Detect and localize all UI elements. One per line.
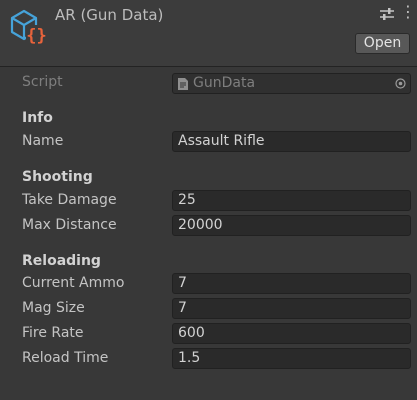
inspector-title: AR (Gun Data) [55,6,164,24]
mag-size-field[interactable]: 7 [172,298,411,319]
fire-rate-field[interactable]: 600 [172,323,411,344]
take-damage-label: Take Damage [22,192,117,208]
object-picker-icon[interactable] [395,78,406,89]
name-label: Name [22,133,64,149]
reload-time-label: Reload Time [22,350,109,366]
reload-time-field[interactable]: 1.5 [172,348,411,369]
script-object-field[interactable]: GunData [172,73,411,94]
current-ammo-field[interactable]: 7 [172,273,411,294]
inspector-header: {} AR (Gun Data) ⋮ Open [0,0,417,66]
sliders-icon[interactable] [379,7,395,21]
scriptable-object-icon: {} [10,9,47,46]
max-distance-label: Max Distance [22,217,117,233]
more-options-icon[interactable]: ⋮ [400,2,416,22]
script-file-icon [178,78,188,90]
take-damage-field[interactable]: 25 [172,190,411,211]
name-field[interactable]: Assault Rifle [172,131,411,152]
open-button[interactable]: Open [355,33,410,54]
header-divider [0,66,417,67]
shooting-header: Shooting [22,169,93,185]
svg-text:{}: {} [26,26,46,46]
reloading-header: Reloading [22,253,101,269]
info-header: Info [22,110,53,126]
fire-rate-label: Fire Rate [22,325,84,341]
max-distance-field[interactable]: 20000 [172,215,411,236]
script-label: Script [22,74,63,90]
mag-size-label: Mag Size [22,300,85,316]
current-ammo-label: Current Ammo [22,275,125,291]
script-value: GunData [193,75,256,91]
